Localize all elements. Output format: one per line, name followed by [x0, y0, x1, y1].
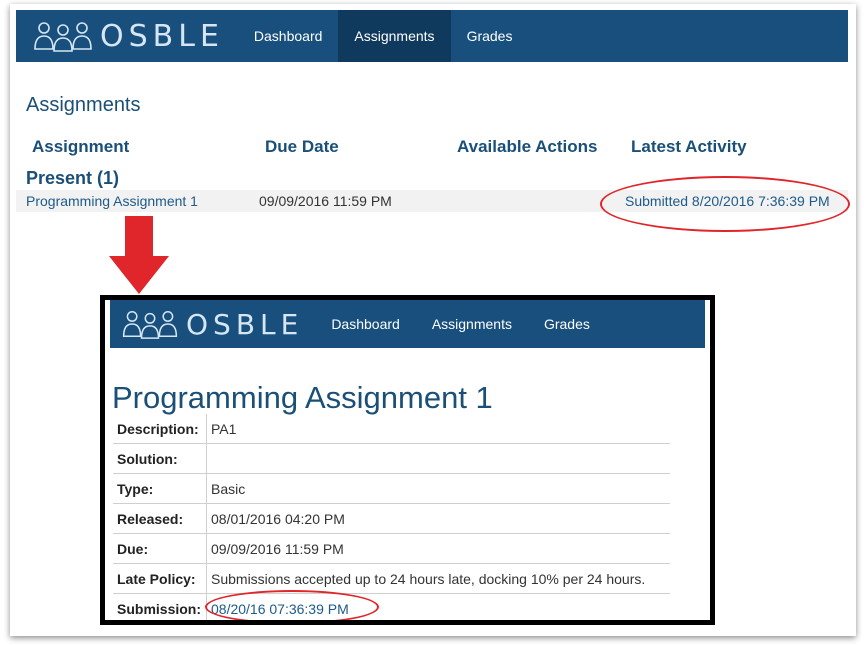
annotation-ellipse-submission — [205, 590, 379, 620]
nav-grades[interactable]: Grades — [451, 10, 529, 62]
details-row-type: Type: Basic — [113, 473, 670, 504]
description-label: Description: — [113, 414, 207, 444]
top-navbar: OSBLE Dashboard Assignments Grades — [16, 10, 848, 62]
late-policy-value: Submissions accepted up to 24 hours late… — [206, 563, 670, 594]
details-row-late-policy: Late Policy: Submissions accepted up to … — [113, 563, 670, 594]
assignment-link[interactable]: Programming Assignment 1 — [26, 193, 198, 209]
description-value: PA1 — [206, 414, 670, 444]
submission-label: Submission: — [113, 593, 207, 620]
brand-name: OSBLE — [100, 18, 224, 54]
detail-nav-grades[interactable]: Grades — [528, 300, 606, 348]
released-label: Released: — [113, 503, 207, 534]
detail-navbar: OSBLE Dashboard Assignments Grades — [110, 300, 705, 348]
released-value: 08/01/2016 04:20 PM — [206, 503, 670, 534]
details-row-description: Description: PA1 — [113, 414, 670, 444]
type-label: Type: — [113, 473, 207, 504]
details-row-due: Due: 09/09/2016 11:59 PM — [113, 533, 670, 564]
solution-value — [206, 443, 670, 474]
detail-nav-assignments[interactable]: Assignments — [416, 300, 528, 348]
due-label: Due: — [113, 533, 207, 564]
people-group-logo-icon — [34, 22, 92, 52]
assignment-details-table: Description: PA1 Solution: Type: Basic R… — [113, 414, 670, 620]
due-date-cell: 09/09/2016 11:59 PM — [259, 193, 392, 209]
nav-assignments[interactable]: Assignments — [338, 10, 451, 62]
details-row-solution: Solution: — [113, 443, 670, 474]
people-group-logo-icon — [122, 311, 178, 339]
column-header-latest-activity: Latest Activity — [631, 137, 747, 156]
solution-label: Solution: — [113, 443, 207, 474]
nav-dashboard[interactable]: Dashboard — [238, 10, 339, 62]
group-title-present: Present (1) — [26, 168, 120, 188]
column-header-due-date: Due Date — [265, 137, 339, 156]
details-row-submission: Submission: 08/20/16 07:36:39 PM — [113, 593, 670, 620]
column-header-available-actions: Available Actions — [457, 137, 598, 156]
detail-brand-name: OSBLE — [186, 307, 304, 341]
brand[interactable]: OSBLE — [16, 10, 224, 62]
due-value: 09/09/2016 11:59 PM — [206, 533, 670, 564]
annotation-ellipse-latest-activity — [600, 176, 850, 232]
detail-brand[interactable]: OSBLE — [110, 300, 303, 348]
page-title: Assignments — [26, 94, 141, 116]
late-policy-label: Late Policy: — [113, 563, 207, 594]
assignment-detail-panel: OSBLE Dashboard Assignments Grades Progr… — [100, 295, 715, 625]
details-row-released: Released: 08/01/2016 04:20 PM — [113, 503, 670, 534]
detail-nav-dashboard[interactable]: Dashboard — [315, 300, 416, 348]
type-value: Basic — [206, 473, 670, 504]
arrow-down-icon — [109, 216, 169, 294]
detail-title: Programming Assignment 1 — [112, 380, 493, 415]
column-header-assignment: Assignment — [32, 137, 130, 156]
